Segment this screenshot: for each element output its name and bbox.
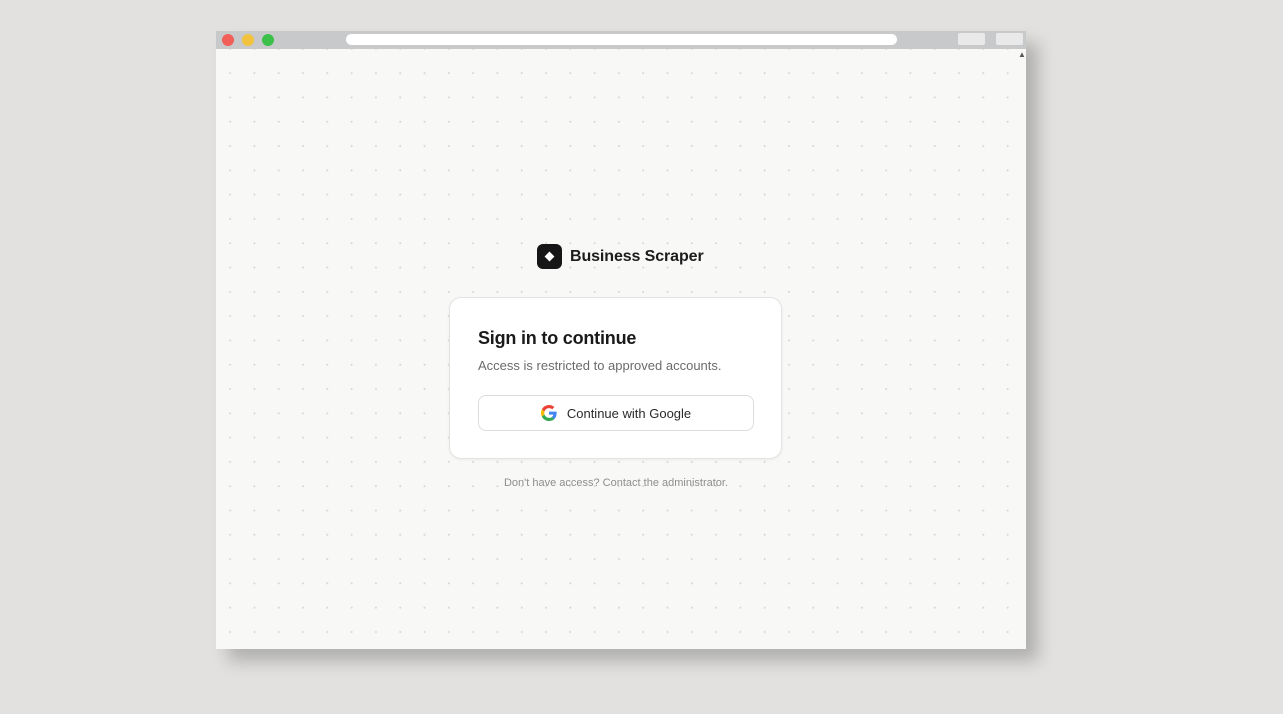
toolbar-button-2[interactable]	[996, 33, 1023, 45]
maximize-window-button[interactable]	[262, 34, 274, 46]
continue-with-google-button[interactable]: Continue with Google	[478, 395, 754, 431]
address-bar[interactable]	[346, 34, 897, 45]
scroll-up-arrow-icon[interactable]: ▲	[1018, 51, 1026, 59]
minimize-window-button[interactable]	[242, 34, 254, 46]
google-icon	[540, 405, 557, 421]
diamond-icon	[544, 251, 555, 262]
signin-subtitle: Access is restricted to approved account…	[478, 358, 722, 373]
brand-name: Business Scraper	[570, 247, 704, 265]
access-help-note: Don't have access? Contact the administr…	[503, 477, 729, 489]
toolbar-button-1[interactable]	[958, 33, 985, 45]
brand-logo-icon	[537, 244, 562, 269]
signin-card: Sign in to continue Access is restricted…	[449, 297, 782, 459]
browser-titlebar	[216, 31, 1026, 49]
brand-header: Business Scraper	[537, 244, 704, 269]
google-button-label: Continue with Google	[566, 405, 692, 421]
close-window-button[interactable]	[222, 34, 234, 46]
page-viewport: ▲ Business Scraper Sign in to continue A…	[216, 49, 1026, 649]
signin-title: Sign in to continue	[478, 328, 637, 348]
browser-window: ▲ Business Scraper Sign in to continue A…	[216, 31, 1026, 649]
